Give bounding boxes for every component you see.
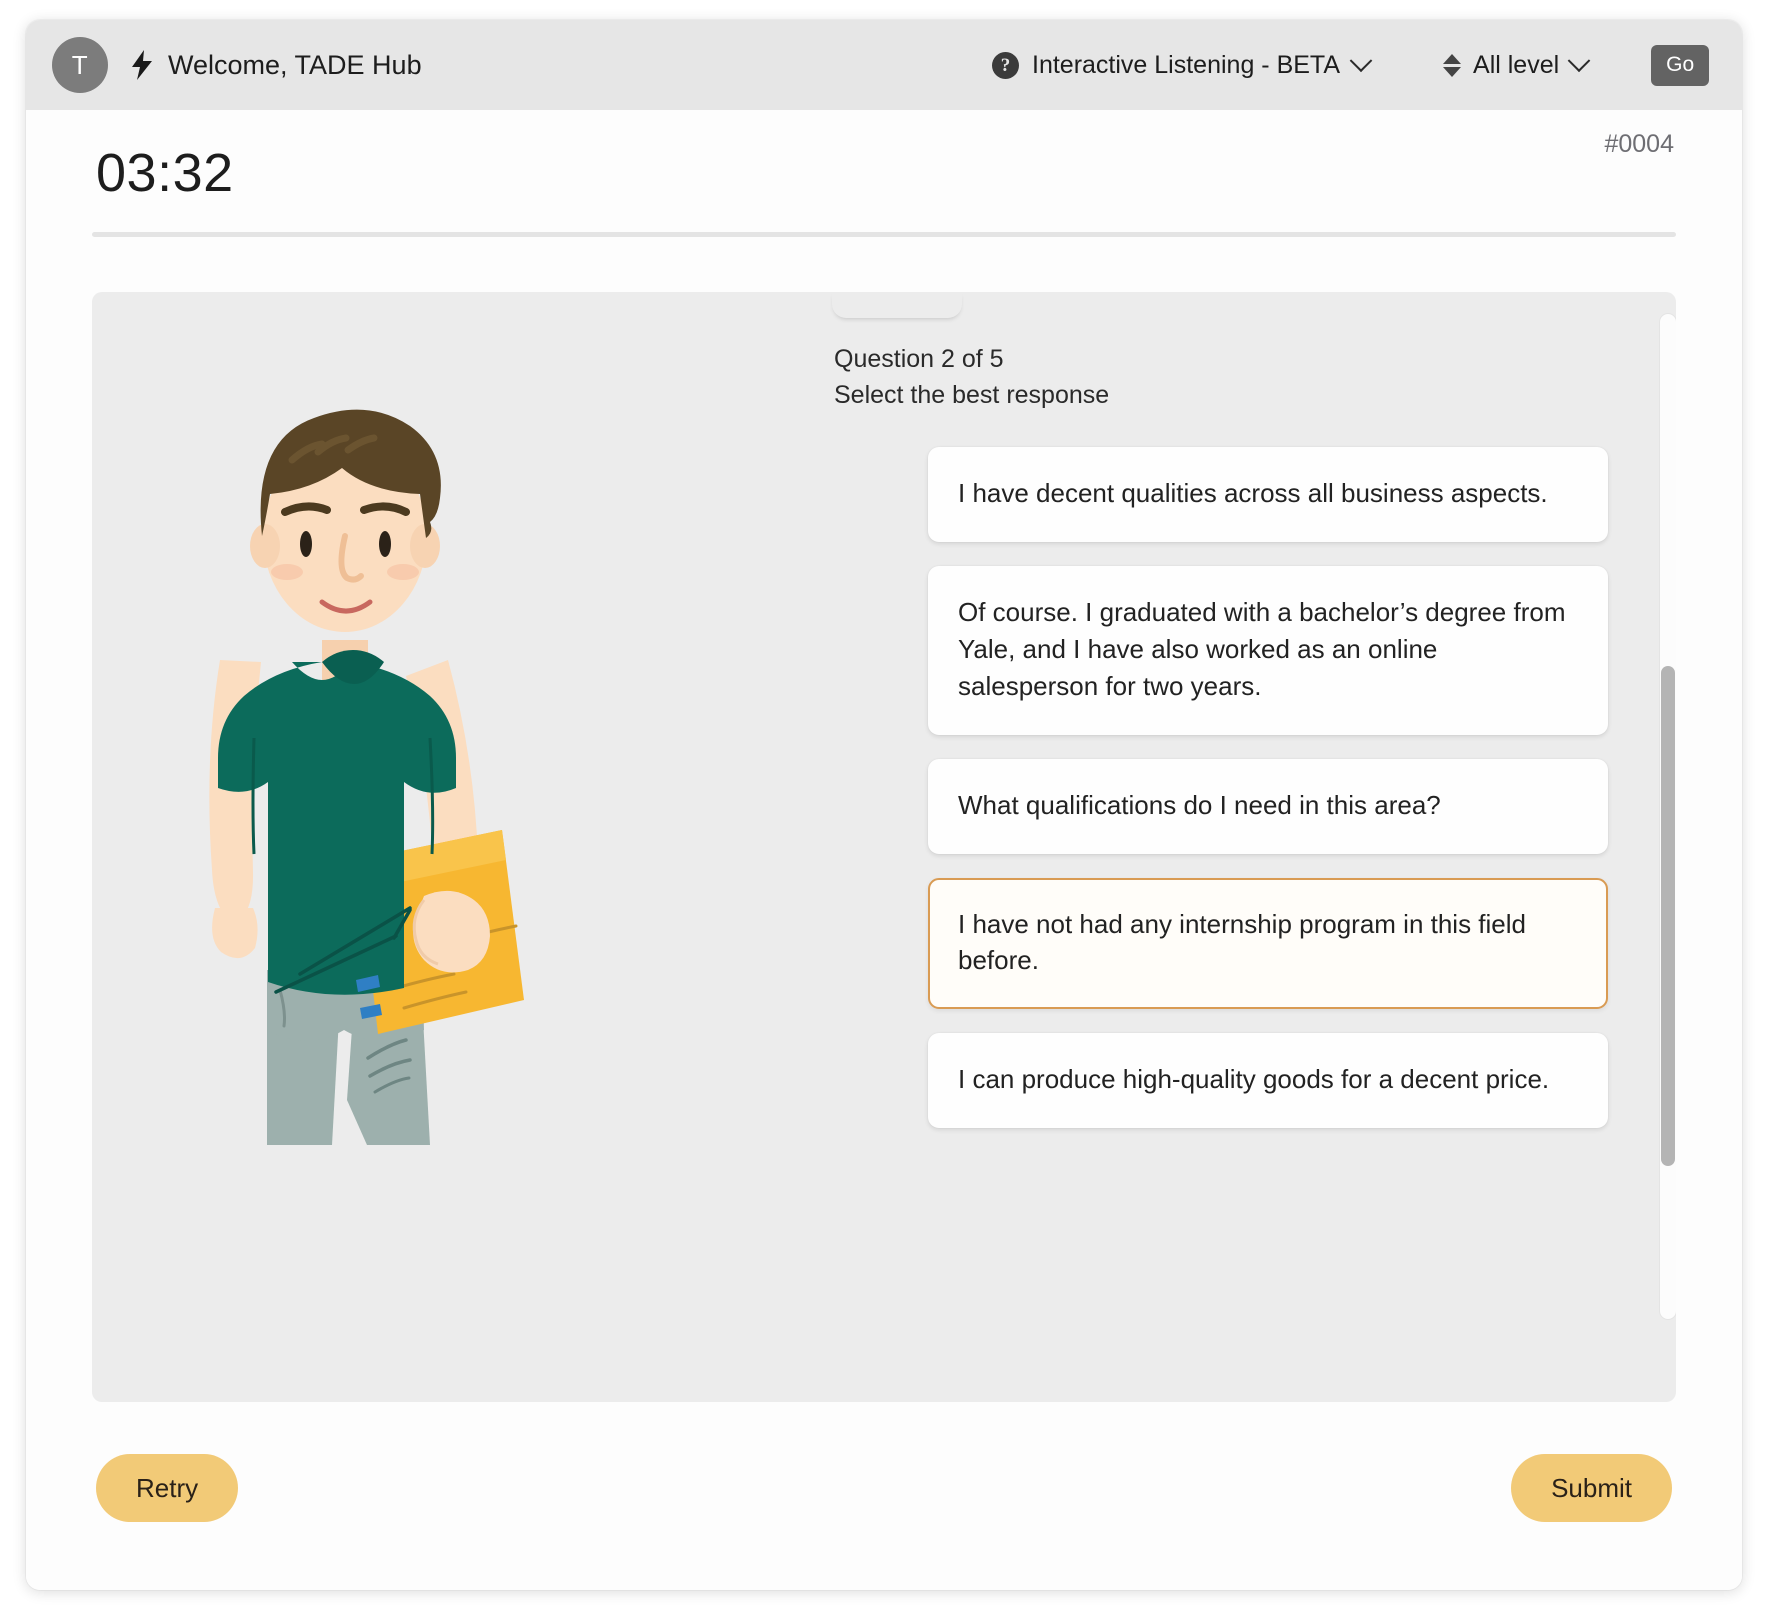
countdown-timer: 03:32 [96,143,234,203]
footer-actions: Retry Submit [26,1430,1742,1590]
question-pane: Question 2 of 5 Select the best response… [832,292,1676,1402]
question-meta: Question 2 of 5 Select the best response [834,342,1636,413]
welcome-text: Welcome, TADE Hub [168,49,422,80]
answer-options-list: I have decent qualities across all busin… [928,447,1608,1129]
mode-dropdown-label: Interactive Listening - BETA [1032,50,1341,79]
level-dropdown[interactable]: All level [1443,49,1591,80]
avatar[interactable]: T [52,37,108,93]
options-scrollbar-thumb[interactable] [1661,666,1675,1166]
sort-updown-icon [1443,53,1462,77]
answer-option-selected[interactable]: I have not had any internship program in… [928,877,1608,1010]
main-content: 03:32 #0004 Question 2 of 5 Select the b… [26,110,1742,1430]
status-row: 03:32 #0004 [92,110,1676,232]
lightning-bolt-icon [130,50,154,80]
submit-button[interactable]: Submit [1511,1454,1672,1522]
avatar-initial: T [71,49,89,80]
top-bar: T Welcome, TADE Hub ? Interactive Listen… [26,20,1742,110]
illustration-pane [92,292,832,1402]
go-button[interactable]: Go [1651,44,1710,86]
question-mark-circle-icon[interactable]: ? [992,51,1019,79]
question-id-badge: #0004 [1604,130,1674,158]
options-scrollbar[interactable] [1660,314,1676,1319]
answer-option[interactable]: I have decent qualities across all busin… [928,447,1608,542]
level-dropdown-label: All level [1473,50,1560,79]
progress-divider [92,232,1676,237]
question-counter: Question 2 of 5 [834,345,1004,373]
panel-tab-handle [832,292,962,318]
mode-dropdown[interactable]: ? Interactive Listening - BETA [992,49,1373,80]
chevron-down-icon [1567,49,1591,73]
retry-button[interactable]: Retry [96,1454,239,1522]
answer-option[interactable]: I can produce high-quality goods for a d… [928,1033,1608,1129]
answer-option[interactable]: Of course. I graduated with a bachelor’s… [928,565,1608,735]
top-bar-controls: ? Interactive Listening - BETA All level… [992,20,1710,110]
chevron-down-icon [1349,49,1373,73]
exercise-panel: Question 2 of 5 Select the best response… [92,292,1676,1402]
question-prompt: Select the best response [834,380,1110,409]
app-window: T Welcome, TADE Hub ? Interactive Listen… [26,20,1742,1590]
brand-group: T Welcome, TADE Hub [52,37,422,93]
answer-option[interactable]: What qualifications do I need in this ar… [928,758,1608,854]
standing-young-man-holding-folder-illustration [172,340,602,1240]
